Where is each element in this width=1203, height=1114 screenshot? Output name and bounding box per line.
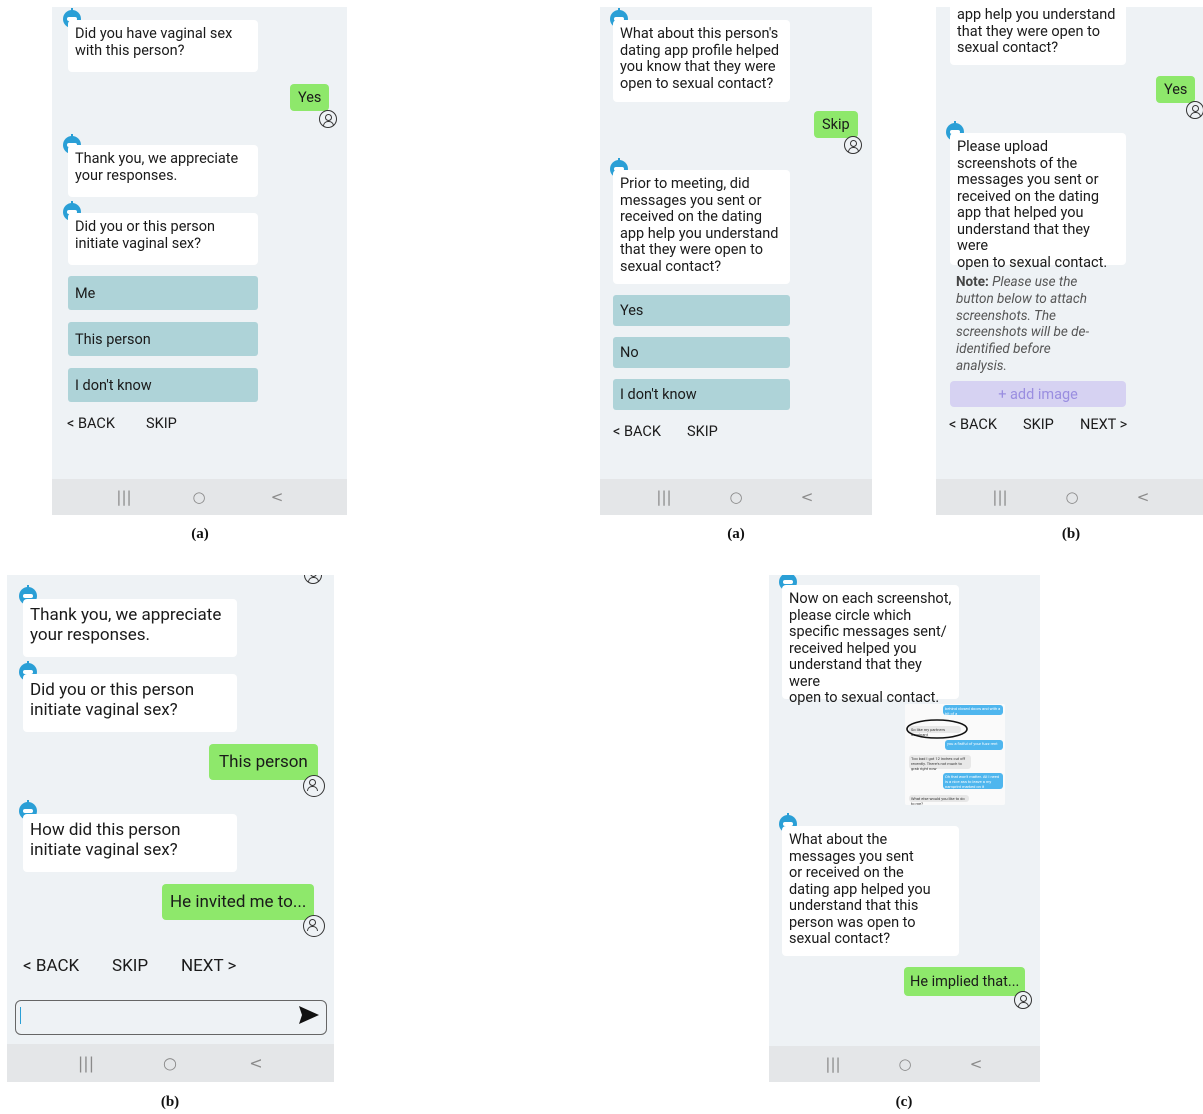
skip-button[interactable]: SKIP	[1023, 416, 1054, 433]
system-navbar: ||| ○ <	[936, 479, 1203, 515]
system-navbar: ||| ○ <	[769, 1046, 1040, 1082]
recent-apps-icon[interactable]: |||	[656, 488, 671, 506]
user-avatar-icon	[304, 575, 322, 584]
system-navbar: ||| ○ <	[600, 479, 872, 515]
upload-note: Note: Please use the button below to att…	[956, 274, 1096, 375]
text-cursor	[20, 1007, 22, 1024]
nav-back-icon[interactable]: <	[801, 488, 814, 506]
bot-message: How did this person initiate vaginal sex…	[23, 814, 237, 872]
screenshot-message: Oh that won't matter. All I need is a ni…	[943, 773, 1003, 789]
phone-screen-a1: Did you have vaginal sex with this perso…	[52, 7, 347, 515]
nav-back-icon[interactable]: <	[1137, 488, 1150, 506]
user-avatar-icon	[303, 775, 325, 797]
user-avatar-icon	[1014, 991, 1032, 1009]
attached-screenshot: behind closed doors and with a bit of a …	[905, 704, 1005, 805]
user-reply: Yes	[1156, 76, 1196, 103]
bot-message: app help you understand that they were o…	[950, 7, 1126, 65]
user-reply: This person	[209, 744, 318, 780]
option-dont-know[interactable]: I don't know	[613, 379, 790, 410]
screenshot-message: you a fistful of your fuzz rent	[945, 740, 1003, 750]
add-image-button[interactable]: + add image	[950, 381, 1126, 407]
bot-message: Did you or this person initiate vaginal …	[23, 674, 237, 732]
phone-screen-b2: Thank you, we appreciate your responses.…	[7, 575, 334, 1082]
figure-caption: (a)	[191, 526, 209, 542]
bot-message: What about this person's dating app prof…	[613, 20, 790, 102]
phone-screen-a2: What about this person's dating app prof…	[600, 7, 872, 515]
home-icon[interactable]: ○	[163, 1054, 177, 1073]
figure-caption: (b)	[160, 1094, 180, 1110]
option-me[interactable]: Me	[68, 276, 258, 310]
figure-caption: (b)	[1061, 526, 1081, 542]
back-button[interactable]: < BACK	[23, 956, 79, 976]
option-dont-know[interactable]: I don't know	[68, 368, 258, 402]
user-avatar-icon	[319, 110, 337, 128]
back-button[interactable]: < BACK	[67, 415, 115, 432]
send-icon[interactable]	[298, 1005, 320, 1025]
nav-back-icon[interactable]: <	[970, 1055, 983, 1073]
recent-apps-icon[interactable]: |||	[116, 488, 131, 506]
system-navbar: ||| ○ <	[52, 479, 347, 515]
skip-button[interactable]: SKIP	[146, 415, 177, 432]
bot-message: Thank you, we appreciate your responses.	[23, 599, 237, 657]
bot-message: Did you or this person initiate vaginal …	[68, 213, 258, 265]
skip-button[interactable]: SKIP	[112, 956, 148, 976]
home-icon[interactable]: ○	[898, 1055, 911, 1073]
option-this-person[interactable]: This person	[68, 322, 258, 356]
option-yes[interactable]: Yes	[613, 295, 790, 326]
bot-message: Please upload screenshots of the message…	[950, 133, 1126, 270]
note-label: Note:	[956, 274, 989, 290]
recent-apps-icon[interactable]: |||	[78, 1054, 94, 1073]
back-button[interactable]: < BACK	[949, 416, 997, 433]
user-avatar-icon	[844, 136, 862, 154]
user-reply: He invited me to...	[162, 884, 315, 920]
circle-annotation-icon	[906, 719, 968, 739]
nav-back-icon[interactable]: <	[271, 488, 284, 506]
back-button[interactable]: < BACK	[613, 423, 661, 440]
user-avatar-icon	[1186, 101, 1203, 119]
screenshot-message: behind closed doors and with a bit of a	[943, 705, 1003, 716]
nav-back-icon[interactable]: <	[249, 1054, 262, 1073]
home-icon[interactable]: ○	[729, 488, 742, 506]
home-icon[interactable]: ○	[1065, 488, 1078, 506]
bot-message: Did you have vaginal sex with this perso…	[68, 20, 258, 72]
skip-button[interactable]: SKIP	[687, 423, 718, 440]
next-button[interactable]: NEXT >	[181, 956, 236, 976]
bot-message: Now on each screenshot, please circle wh…	[782, 585, 959, 706]
next-button[interactable]: NEXT >	[1080, 416, 1127, 433]
screenshot-message: What else would you like to do to me?	[909, 795, 969, 805]
phone-screen-b1: app help you understand that they were o…	[936, 7, 1203, 515]
figure-caption: (a)	[727, 526, 745, 542]
user-reply: Skip	[814, 111, 858, 138]
phone-screen-c: Now on each screenshot, please circle wh…	[769, 575, 1040, 1082]
message-input[interactable]	[15, 1000, 327, 1035]
system-navbar: ||| ○ <	[7, 1044, 334, 1082]
bot-message: What about the messages you sent or rece…	[782, 826, 959, 956]
recent-apps-icon[interactable]: |||	[825, 1055, 840, 1073]
home-icon[interactable]: ○	[192, 488, 205, 506]
option-no[interactable]: No	[613, 337, 790, 368]
figure-caption: (c)	[895, 1094, 913, 1110]
user-avatar-icon	[303, 915, 325, 937]
user-reply: He implied that...	[904, 967, 1026, 996]
user-reply: Yes	[290, 84, 330, 111]
recent-apps-icon[interactable]: |||	[992, 488, 1007, 506]
bot-message: Thank you, we appreciate your responses.	[68, 145, 258, 197]
bot-message: Prior to meeting, did messages you sent …	[613, 170, 790, 284]
screenshot-message: Too bad I got 12 inches cut off recently…	[909, 755, 971, 771]
